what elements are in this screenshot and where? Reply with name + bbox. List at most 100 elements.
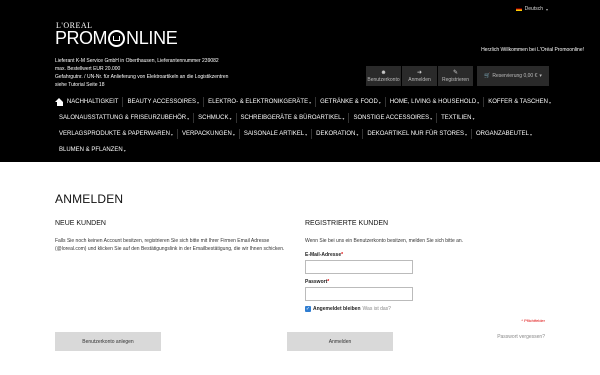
login-button[interactable]: ➜ Anmelden xyxy=(402,66,437,86)
nav-item-label: GETRÄNKE & FOOD xyxy=(320,99,378,105)
register-icon: ✎ xyxy=(452,69,459,76)
new-customers-text: Falls Sie noch keinen Account besitzen, … xyxy=(55,238,285,252)
login-label: Anmelden xyxy=(408,76,431,83)
account-label: Benutzerkonto xyxy=(367,76,400,83)
nav-item-label: VERLAGSPRODUKTE & PAPERWAREN xyxy=(59,131,170,137)
nav-item-label: TEXTILIEN xyxy=(441,115,472,121)
chevron-down-icon: ▾ xyxy=(378,99,381,105)
nav-item[interactable]: GETRÄNKE & FOOD ▾ xyxy=(316,97,386,107)
main-navigation: NACHHALTIGKEIT BEAUTY ACCESSOIRES ▾ ELEKTRO… xyxy=(55,94,555,158)
logo-text-right: NLINE xyxy=(126,28,178,48)
nav-item-label: VERPACKUNGEN xyxy=(181,131,232,137)
nav-item[interactable]: VERLAGSPRODUKTE & PAPERWAREN ▾ xyxy=(55,129,178,139)
email-field[interactable] xyxy=(305,260,413,274)
nav-item[interactable]: DEKOARTIKEL NUR FÜR STORES ▾ xyxy=(363,129,472,139)
password-field[interactable] xyxy=(305,287,413,301)
german-flag-icon xyxy=(515,7,522,11)
nav-row: NACHHALTIGKEIT BEAUTY ACCESSOIRES ▾ ELEKTRO… xyxy=(55,94,555,110)
nav-item[interactable]: ELEKTRO- & ELEKTRONIKGERÄTE ▾ xyxy=(204,97,317,107)
nav-item[interactable]: VERPACKUNGEN ▾ xyxy=(178,129,240,139)
nav-item[interactable]: SCHMUCK ▾ xyxy=(194,113,237,123)
language-label: Deutsch xyxy=(524,6,543,12)
new-customers-heading: NEUE KUNDEN xyxy=(55,220,106,227)
cart-label: Reservierung 0,00 € xyxy=(492,73,538,79)
chevron-down-icon: ▾ xyxy=(472,115,475,121)
header-tools: ☻ Benutzerkonto ➜ Anmelden ✎ Registriere… xyxy=(366,66,549,86)
info-line: Gefahrgutnr. / UN-Nr. für Anlieferung vo… xyxy=(55,74,229,80)
nav-item[interactable]: SONSTIGE ACCESSOIRES ▾ xyxy=(349,113,438,123)
registered-customers-text: Wenn Sie bei uns ein Benutzerkonto besit… xyxy=(305,238,464,244)
user-icon: ☻ xyxy=(380,69,387,76)
nav-item-label: DEKORATION xyxy=(316,131,356,137)
nav-item-label: SAISONALE ARTIKEL xyxy=(243,131,305,137)
email-label: E-Mail-Adresse* xyxy=(305,252,343,258)
nav-item-label: BEAUTY ACCESSOIRES xyxy=(127,99,197,105)
chevron-down-icon: ▾ xyxy=(342,115,345,121)
register-button[interactable]: ✎ Registrieren xyxy=(438,66,473,86)
welcome-message: Herzlich Willkommen bei L'Oréal Promoonl… xyxy=(481,47,584,53)
cart-icon: 🛒 xyxy=(484,73,491,79)
required-mark: * xyxy=(341,252,344,258)
chevron-down-icon: ▾ xyxy=(545,6,548,12)
nav-item[interactable]: BLUMEN & PFLANZEN ▾ xyxy=(55,145,130,155)
page-title: ANMELDEN xyxy=(55,192,124,206)
nav-item-label: ELEKTRO- & ELEKTRONIKGERÄTE xyxy=(208,99,309,105)
nav-item-label: NACHHALTIGKEIT xyxy=(66,99,119,105)
reservation-cart-button[interactable]: 🛒 Reservierung 0,00 € ▾ xyxy=(477,66,549,86)
nav-item[interactable]: ORGANZABEUTEL ▾ xyxy=(472,129,536,139)
create-account-button[interactable]: Benutzerkonto anlegen xyxy=(55,332,161,351)
remember-me: ✓ Angemeldet bleiben Was ist das? xyxy=(305,306,391,312)
chevron-down-icon: ▾ xyxy=(197,99,200,105)
nav-row: SALONAUSSTATTUNG & FRISEURZUBEHÖR ▾ SCHMUC… xyxy=(55,110,555,126)
remember-me-help-link[interactable]: Was ist das? xyxy=(363,306,391,312)
supplier-info: Lieferant K-M Service GmbH in Oberthause… xyxy=(55,57,228,89)
nav-item[interactable]: KOFFER & TASCHEN ▾ xyxy=(484,97,555,107)
nav-item-label: DEKOARTIKEL NUR FÜR STORES xyxy=(367,131,464,137)
chevron-down-icon: ▾ xyxy=(170,131,173,137)
nav-item[interactable]: SALONAUSSTATTUNG & FRISEURZUBEHÖR ▾ xyxy=(55,113,195,123)
login-submit-button[interactable]: Anmelden xyxy=(287,332,393,351)
chevron-down-icon: ▾ xyxy=(356,131,359,137)
nav-item-label: SALONAUSSTATTUNG & FRISEURZUBEHÖR xyxy=(59,115,187,121)
chevron-down-icon: ▾ xyxy=(123,147,126,153)
remember-me-label: Angemeldet bleiben xyxy=(313,306,361,312)
info-line: siehe Tutorial Seite 18 xyxy=(55,82,105,88)
account-button[interactable]: ☻ Benutzerkonto xyxy=(366,66,401,86)
required-fields-note: * Pflichtfelder xyxy=(521,318,545,323)
home-icon[interactable] xyxy=(55,98,63,106)
nav-item-label: KOFFER & TASCHEN xyxy=(488,99,548,105)
chevron-down-icon: ▾ xyxy=(229,115,232,121)
nav-item-label: SONSTIGE ACCESSOIRES xyxy=(353,115,430,121)
email-label-text: E-Mail-Adresse xyxy=(305,252,342,258)
nav-item-label: BLUMEN & PFLANZEN xyxy=(59,147,123,153)
forgot-password-link[interactable]: Passwort vergessen? xyxy=(497,334,545,340)
chevron-down-icon: ▾ xyxy=(548,99,551,105)
brand-logo[interactable]: PROM NLINE xyxy=(55,29,178,47)
nav-item[interactable]: NACHHALTIGKEIT xyxy=(63,97,124,107)
nav-item[interactable]: TEXTILIEN ▾ xyxy=(437,113,478,123)
nav-item[interactable]: BEAUTY ACCESSOIRES ▾ xyxy=(123,97,205,107)
nav-item[interactable]: SAISONALE ARTIKEL ▾ xyxy=(240,129,313,139)
site-header: Deutsch ▾ L'OREAL PROM NLINE Lieferant K… xyxy=(0,0,600,162)
chevron-down-icon: ▾ xyxy=(464,131,467,137)
chevron-down-icon: ▾ xyxy=(309,99,312,105)
password-label-text: Passwort xyxy=(305,279,328,285)
chevron-down-icon: ▾ xyxy=(529,131,532,137)
chevron-down-icon: ▾ xyxy=(305,131,308,137)
chevron-down-icon: ▾ xyxy=(232,131,235,137)
chevron-down-icon: ▾ xyxy=(539,73,542,79)
chevron-down-icon: ▾ xyxy=(187,115,190,121)
info-line: Lieferant K-M Service GmbH in Oberthause… xyxy=(55,58,219,64)
nav-row: BLUMEN & PFLANZEN ▾ xyxy=(55,142,555,158)
nav-item[interactable]: DEKORATION ▾ xyxy=(312,129,364,139)
nav-item-label: SCHREIBGERÄTE & BÜROARTIKEL xyxy=(240,115,342,121)
nav-item-label: HOME, LIVING & HOUSEHOLD xyxy=(389,99,477,105)
nav-item[interactable]: SCHREIBGERÄTE & BÜROARTIKEL ▾ xyxy=(237,113,350,123)
logo-text-left: PROM xyxy=(55,28,108,48)
nav-item[interactable]: HOME, LIVING & HOUSEHOLD ▾ xyxy=(386,97,485,107)
nav-item-label: ORGANZABEUTEL xyxy=(475,131,529,137)
language-switcher[interactable]: Deutsch ▾ xyxy=(515,6,548,12)
login-icon: ➜ xyxy=(416,69,423,76)
remember-me-checkbox[interactable]: ✓ xyxy=(305,306,311,312)
info-line: max. Bestellwert EUR 20.000 xyxy=(55,66,121,72)
